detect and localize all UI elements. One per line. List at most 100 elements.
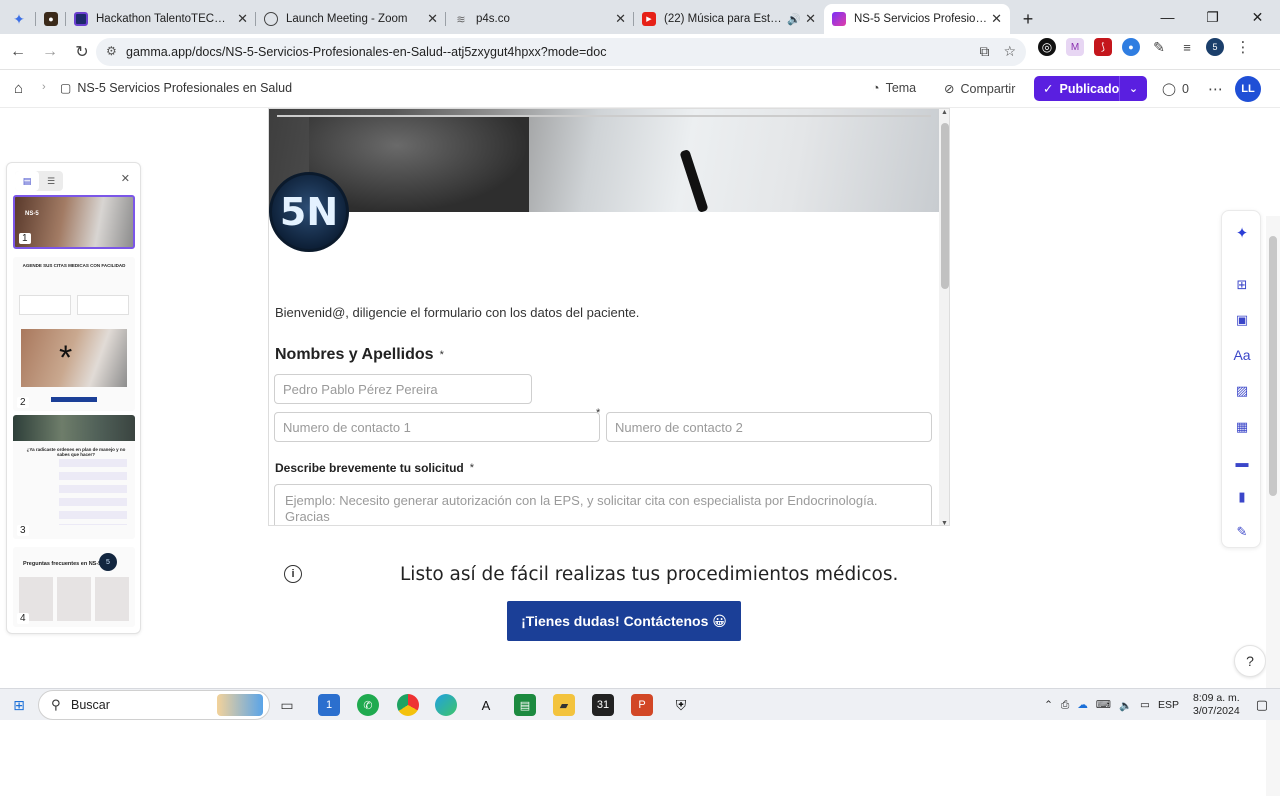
ext-pdf-icon[interactable]: ⟆ bbox=[1094, 38, 1112, 56]
add-card-icon[interactable]: ⊞ bbox=[1232, 275, 1252, 295]
close-icon[interactable]: ✕ bbox=[237, 11, 248, 27]
breadcrumb[interactable]: ▢ NS-5 Servicios Profesionales en Salud bbox=[60, 81, 292, 95]
browser-menu-icon[interactable]: ⋮ bbox=[1234, 38, 1252, 56]
contact-button[interactable]: ¡Tienes dudas! Contáctenos 😀 bbox=[507, 601, 741, 641]
chevron-up-icon[interactable]: ⌃ bbox=[1044, 699, 1053, 711]
theme-button[interactable]: ◔ Tema bbox=[872, 81, 916, 95]
profile-icon: ● bbox=[44, 12, 58, 26]
required-mark: * bbox=[596, 407, 601, 419]
image-icon[interactable]: ▨ bbox=[1232, 381, 1252, 401]
slide-thumbnail-2[interactable]: AGENDE SUS CITAS MEDICAS CON FACILIDAD *… bbox=[13, 257, 135, 411]
phone1-input[interactable]: Numero de contacto 1 bbox=[274, 412, 600, 442]
close-icon[interactable]: ✕ bbox=[805, 11, 816, 27]
table-icon[interactable]: ▦ bbox=[1232, 417, 1252, 437]
slide-number: 4 bbox=[17, 613, 29, 624]
profile-avatar-icon[interactable]: 5 bbox=[1206, 38, 1224, 56]
close-icon[interactable]: ✕ bbox=[991, 11, 1002, 27]
windows-start-icon[interactable]: ⊞ bbox=[11, 697, 27, 713]
language-indicator[interactable]: ESP bbox=[1158, 699, 1179, 711]
media-control-icon[interactable]: ≡ bbox=[1178, 38, 1196, 56]
calendar-icon[interactable]: 31 bbox=[592, 694, 614, 716]
minimize-icon[interactable]: — bbox=[1145, 0, 1190, 34]
form-edit-icon[interactable]: ✎ bbox=[1232, 522, 1252, 542]
published-button[interactable]: ✓ Publicado ⌄ bbox=[1034, 76, 1147, 101]
user-avatar[interactable]: LL bbox=[1235, 76, 1261, 102]
tab-p4s[interactable]: ≋ p4s.co ✕ bbox=[446, 4, 634, 34]
slide-thumbnail-1[interactable]: NS-5 1 bbox=[13, 195, 135, 249]
audio-icon[interactable]: 🔊 bbox=[787, 13, 801, 26]
tab-profile[interactable]: ● bbox=[36, 4, 66, 34]
ext-blue-icon[interactable]: ● bbox=[1122, 38, 1140, 56]
install-app-icon[interactable]: ⧉ bbox=[979, 43, 989, 60]
tab-gemini[interactable]: ✦ bbox=[4, 4, 36, 34]
file-explorer-icon[interactable]: ▰ bbox=[553, 694, 575, 716]
chevron-down-icon[interactable]: ⌄ bbox=[1120, 82, 1147, 95]
close-panel-icon[interactable]: ✕ bbox=[121, 172, 130, 185]
onedrive-icon[interactable]: ☁ bbox=[1077, 699, 1088, 711]
network-icon[interactable]: ⌨ bbox=[1096, 699, 1111, 711]
chrome-icon[interactable] bbox=[397, 694, 419, 716]
name-input[interactable]: Pedro Pablo Pérez Pereira bbox=[274, 374, 532, 404]
whatsapp-icon[interactable]: ✆ bbox=[357, 694, 379, 716]
layout-icon[interactable]: ▣ bbox=[1232, 310, 1252, 330]
close-icon[interactable]: ✕ bbox=[615, 11, 626, 27]
more-options-icon[interactable]: ⋯ bbox=[1208, 80, 1223, 98]
app-badge-icon[interactable]: 1 bbox=[318, 694, 340, 716]
extensions-puzzle-icon[interactable]: ✎ bbox=[1150, 38, 1168, 56]
forward-icon[interactable]: → bbox=[36, 38, 64, 66]
address-bar[interactable]: ⚙ gamma.app/docs/NS-5-Servicios-Profesio… bbox=[96, 38, 1026, 66]
scrollbar-thumb[interactable] bbox=[941, 123, 949, 289]
taskbar-search[interactable]: ⚲ Buscar bbox=[38, 690, 270, 720]
battery-icon[interactable]: ▭ bbox=[1140, 699, 1150, 711]
close-window-icon[interactable]: ✕ bbox=[1235, 0, 1280, 34]
comments-button[interactable]: ◯ 0 bbox=[1162, 81, 1189, 97]
grid-view-icon[interactable]: ▤ bbox=[15, 171, 39, 191]
tab-youtube[interactable]: ▶ (22) Música para Estudiar, C 🔊 ✕ bbox=[634, 4, 824, 34]
volume-icon[interactable]: 🔈 bbox=[1119, 699, 1132, 712]
restore-icon[interactable]: ❐ bbox=[1190, 0, 1235, 34]
tab-zoom[interactable]: Launch Meeting - Zoom ✕ bbox=[256, 4, 446, 34]
edge-icon[interactable] bbox=[435, 694, 457, 716]
embed-scrollbar[interactable]: ▲ ▼ bbox=[939, 109, 949, 525]
phone2-input[interactable]: Numero de contacto 2 bbox=[606, 412, 932, 442]
embed-icon[interactable]: ▬ bbox=[1232, 452, 1252, 472]
site-settings-icon[interactable]: ⚙ bbox=[106, 44, 117, 58]
help-button[interactable]: ? bbox=[1234, 645, 1266, 677]
tab-hackathon[interactable]: Hackathon TalentoTECH region ✕ bbox=[66, 4, 256, 34]
info-icon: i bbox=[284, 565, 302, 583]
list-view-icon[interactable]: ☰ bbox=[39, 171, 63, 191]
bookmark-star-icon[interactable]: ☆ bbox=[1003, 43, 1016, 60]
thumb-card bbox=[57, 577, 91, 621]
notifications-icon[interactable]: ▢ bbox=[1256, 697, 1268, 713]
new-tab-button[interactable]: + bbox=[1010, 4, 1046, 34]
ai-icon[interactable]: ✦ bbox=[1232, 223, 1252, 243]
back-icon[interactable]: ← bbox=[4, 38, 32, 66]
ext-m-icon[interactable]: M bbox=[1066, 38, 1084, 56]
page-scrollbar-thumb[interactable] bbox=[1269, 236, 1277, 496]
font-app-icon[interactable]: A bbox=[475, 694, 497, 716]
search-highlight-icon bbox=[217, 694, 263, 716]
security-shield-icon[interactable]: ⛨ bbox=[670, 694, 692, 716]
home-icon[interactable]: ⌂ bbox=[14, 80, 23, 97]
task-view-icon[interactable]: ▭ bbox=[276, 694, 298, 716]
request-textarea[interactable]: Ejemplo: Necesito generar autorización c… bbox=[274, 484, 932, 525]
scroll-up-icon[interactable]: ▲ bbox=[941, 109, 948, 116]
share-button[interactable]: ⊘ Compartir bbox=[944, 81, 1015, 97]
green-app-icon[interactable]: ▤ bbox=[514, 694, 536, 716]
browser-tab-strip: ✦ ● Hackathon TalentoTECH region ✕ Launc… bbox=[0, 0, 1280, 34]
scroll-down-icon[interactable]: ▼ bbox=[941, 520, 948, 525]
device-icon[interactable]: ⎙ bbox=[1061, 699, 1069, 712]
chart-icon[interactable]: ▮ bbox=[1232, 487, 1252, 507]
ext-circle-icon[interactable]: ◎ bbox=[1038, 38, 1056, 56]
powerpoint-icon[interactable]: P bbox=[631, 694, 653, 716]
close-icon[interactable]: ✕ bbox=[427, 11, 438, 27]
request-label: Describe brevemente tu solicitud * bbox=[275, 461, 474, 475]
name-heading: Nombres y Apellidos * bbox=[275, 346, 444, 364]
text-style-icon[interactable]: Aa bbox=[1232, 345, 1252, 365]
clock[interactable]: 8:09 a. m. 3/07/2024 bbox=[1193, 692, 1240, 718]
doc-title: NS-5 Servicios Profesionales en Salud bbox=[77, 81, 293, 95]
slide-thumbnail-3[interactable]: ¿Ya radicaste ordenes en plan de manejo … bbox=[13, 415, 135, 539]
reload-icon[interactable]: ↻ bbox=[68, 38, 96, 66]
tab-gamma[interactable]: NS-5 Servicios Profesionales en ✕ bbox=[824, 4, 1010, 34]
slide-thumbnail-4[interactable]: Preguntas frecuentes en NS-5 5 4 bbox=[13, 547, 135, 627]
